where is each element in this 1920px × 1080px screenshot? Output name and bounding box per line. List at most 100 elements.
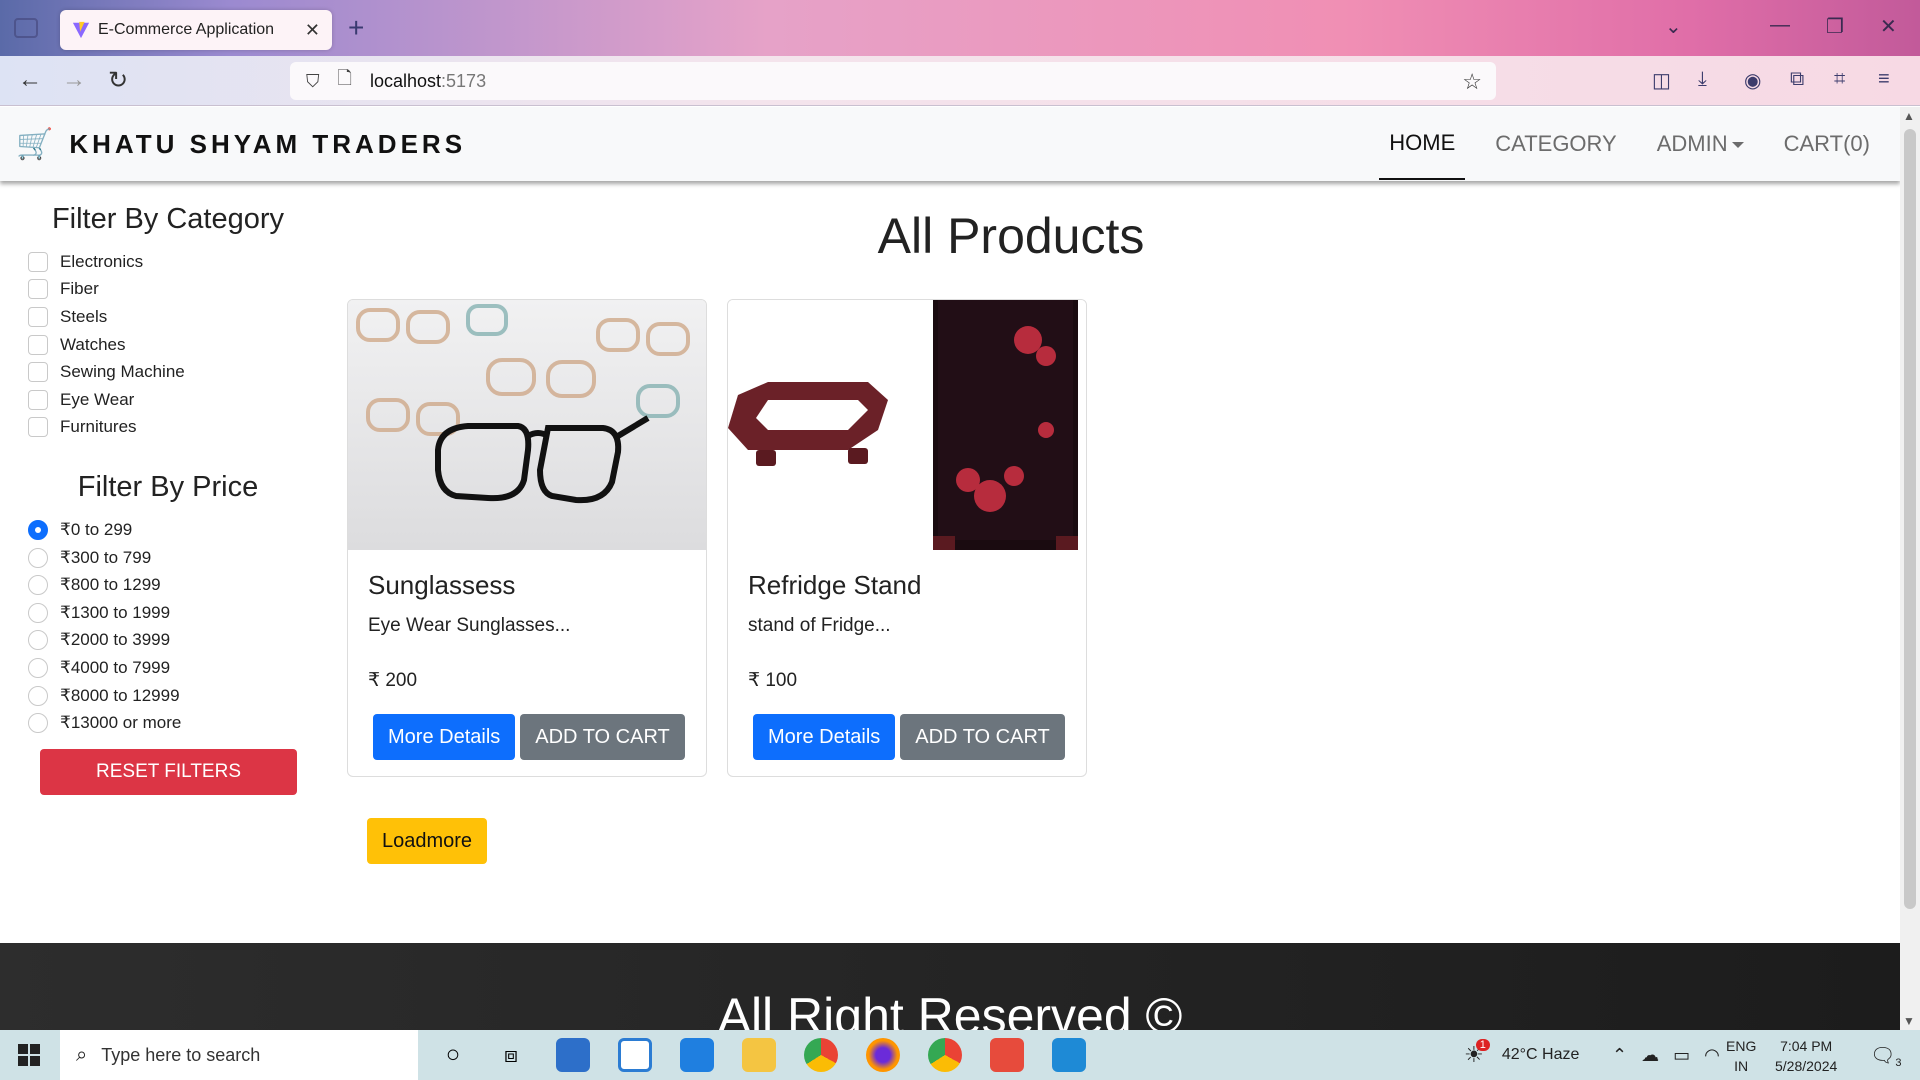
price-option[interactable]: ₹13000 or more (28, 709, 308, 737)
forward-icon[interactable]: → (62, 66, 86, 94)
downloads-icon[interactable]: ⤓ (1698, 68, 1707, 91)
language-indicator[interactable]: ENG IN (1726, 1036, 1756, 1076)
price-label: ₹1300 to 1999 (60, 602, 171, 622)
browser-tab[interactable]: E-Commerce Application ✕ (60, 10, 332, 50)
price-radio[interactable] (28, 713, 48, 734)
category-option[interactable]: Eye Wear (28, 386, 308, 414)
more-details-button[interactable]: More Details (373, 714, 516, 760)
network-icon[interactable]: ▭ (1673, 1045, 1690, 1066)
price-option[interactable]: ₹1300 to 1999 (28, 599, 308, 627)
tab-title: E-Commerce Application (98, 21, 275, 38)
category-checkbox[interactable] (28, 334, 48, 355)
onedrive-cloud-icon[interactable]: ☁ (1641, 1045, 1659, 1066)
scroll-down-icon[interactable]: ▼ (1903, 1014, 1915, 1028)
menu-hamburger-icon[interactable]: ≡ (1878, 68, 1890, 91)
product-image (728, 300, 1086, 550)
show-hidden-icons-chevron-icon[interactable]: ⌃ (1612, 1045, 1627, 1066)
weather-badge: 1 (1475, 1039, 1490, 1051)
back-icon[interactable]: ← (18, 66, 42, 94)
price-radio-selected[interactable] (28, 519, 48, 540)
tab-list-chevron-icon[interactable]: ⌄ (1665, 14, 1682, 39)
category-option[interactable]: Fiber (28, 276, 308, 304)
close-tab-icon[interactable]: ✕ (305, 20, 320, 41)
category-option[interactable]: Watches (28, 331, 308, 359)
weather-widget[interactable]: ☀ 1 42°C Haze (1464, 1030, 1579, 1080)
price-option[interactable]: ₹800 to 1299 (28, 571, 308, 599)
product-grid: Sunglassess Eye Wear Sunglasses... ₹ 200… (347, 299, 1107, 777)
store-icon[interactable] (556, 1038, 590, 1072)
price-radio[interactable] (28, 602, 48, 623)
price-option[interactable]: ₹0 to 299 (28, 516, 308, 544)
category-option[interactable]: Furnitures (28, 414, 308, 442)
scrollbar-thumb[interactable] (1904, 129, 1916, 909)
category-option[interactable]: Steels (28, 303, 308, 331)
taskbar-search[interactable]: ⌕ Type here to search (60, 1030, 418, 1080)
price-option[interactable]: ₹300 to 799 (28, 544, 308, 572)
chrome-profile-icon[interactable] (928, 1038, 962, 1072)
nav-cart-link[interactable]: CART(0) (1774, 109, 1880, 179)
mail-icon[interactable] (680, 1038, 714, 1072)
minimize-icon[interactable]: — (1770, 14, 1790, 37)
notification-center[interactable]: 🗨 3 (1870, 1030, 1902, 1080)
category-label: Steels (60, 306, 108, 326)
screenshot-icon[interactable]: ⌗ (1834, 68, 1845, 91)
price-radio[interactable] (28, 630, 48, 651)
price-option[interactable]: ₹8000 to 12999 (28, 682, 308, 710)
category-option[interactable]: Sewing Machine (28, 358, 308, 386)
price-radio[interactable] (28, 685, 48, 706)
footer-text: All Right Reserved © (717, 988, 1183, 1030)
wifi-icon[interactable]: ◠ (1704, 1045, 1720, 1066)
vscode-icon[interactable] (1052, 1038, 1086, 1072)
category-label: Watches (60, 334, 126, 354)
nav-admin-dropdown[interactable]: ADMIN (1647, 109, 1754, 179)
more-details-button[interactable]: More Details (753, 714, 896, 760)
pocket-icon[interactable]: ◫ (1652, 68, 1671, 93)
window-close-icon[interactable]: ✕ (1880, 14, 1897, 39)
file-explorer-icon[interactable] (742, 1038, 776, 1072)
cortana-icon[interactable]: ○ (436, 1038, 470, 1072)
wps-office-icon[interactable] (990, 1038, 1024, 1072)
add-to-cart-button[interactable]: ADD TO CART (900, 714, 1065, 760)
category-checkbox[interactable] (28, 279, 48, 300)
search-placeholder: Type here to search (101, 1044, 261, 1065)
add-to-cart-button[interactable]: ADD TO CART (520, 714, 685, 760)
shield-icon[interactable]: ⛉ (306, 71, 320, 92)
nav-home-link[interactable]: HOME (1379, 108, 1466, 180)
taskbar: ⌕ Type here to search ○ ⧈ ☀ 1 42°C Haze … (0, 1030, 1920, 1080)
product-price: ₹ 200 (368, 670, 418, 691)
new-tab-icon[interactable]: + (348, 12, 364, 44)
tab-overview-icon[interactable] (14, 18, 38, 38)
price-radio[interactable] (28, 547, 48, 568)
loadmore-button[interactable]: Loadmore (367, 818, 488, 864)
task-view-icon[interactable]: ⧈ (494, 1038, 528, 1072)
category-checkbox[interactable] (28, 306, 48, 327)
firefox-icon[interactable] (866, 1038, 900, 1072)
url-port: :5173 (441, 70, 487, 91)
windows-start-icon[interactable] (18, 1044, 40, 1066)
brand-link[interactable]: 🛒 KHATU SHYAM TRADERS (16, 127, 466, 162)
price-radio[interactable] (28, 657, 48, 678)
category-checkbox[interactable] (28, 362, 48, 383)
scroll-up-icon[interactable]: ▲ (1903, 109, 1915, 123)
price-option[interactable]: ₹2000 to 3999 (28, 627, 308, 655)
clock[interactable]: 7:04 PM 5/28/2024 (1775, 1036, 1837, 1076)
page-scrollbar[interactable]: ▲ ▼ (1900, 107, 1920, 1030)
reset-filters-button[interactable]: RESET FILTERS (40, 748, 297, 795)
chrome-icon[interactable] (804, 1038, 838, 1072)
caret-down-icon (1731, 142, 1744, 149)
price-option[interactable]: ₹4000 to 7999 (28, 654, 308, 682)
page-icon: 🗋 (337, 68, 352, 88)
product-actions: More Details ADD TO CART (373, 714, 686, 760)
word-app-icon[interactable] (618, 1038, 652, 1072)
reload-icon[interactable]: ↻ (108, 66, 128, 95)
restore-icon[interactable]: ❐ (1826, 14, 1844, 39)
price-radio[interactable] (28, 575, 48, 596)
bookmark-star-icon[interactable]: ☆ (1462, 69, 1482, 95)
extensions-icon[interactable]: ⧉ (1790, 68, 1804, 91)
nav-category-link[interactable]: CATEGORY (1485, 109, 1626, 179)
product-title: Refridge Stand (748, 570, 922, 600)
category-checkbox[interactable] (28, 389, 48, 410)
category-checkbox[interactable] (28, 417, 48, 438)
address-bar[interactable]: ⛉ 🗋 localhost :5173 ☆ (290, 62, 1496, 100)
account-icon[interactable]: ◉ (1744, 68, 1761, 93)
